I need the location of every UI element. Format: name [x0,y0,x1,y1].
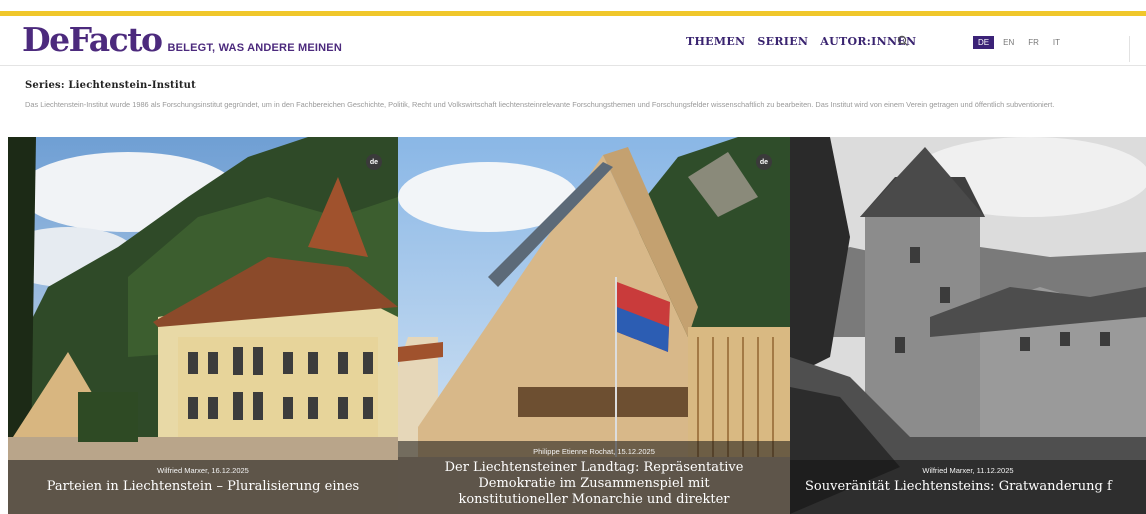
site-header: DeFacto BELEGT, WAS ANDERE MEINEN THEMEN… [0,16,1146,66]
language-switcher: DE EN FR IT [973,36,1065,49]
card-caption: Wilfried Marxer, 11.12.2025 Souveränität… [790,460,1146,514]
header-divider [1129,36,1130,62]
article-card-3[interactable]: Wilfried Marxer, 11.12.2025 Souveränität… [790,137,1146,514]
series-description: Das Liechtenstein-Institut wurde 1986 al… [25,100,1055,109]
site-logo[interactable]: DeFacto BELEGT, WAS ANDERE MEINEN [22,20,342,59]
main-nav: THEMEN SERIEN AUTOR:INNEN [686,35,916,48]
card-title-line-1[interactable]: Der Liechtensteiner Landtag: Repräsentat… [398,460,790,476]
card-author-date: Wilfried Marxer, 11.12.2025 [922,466,1014,475]
search-icon[interactable] [896,34,910,48]
nav-item-serien[interactable]: SERIEN [757,35,808,48]
government-building-image [8,137,398,514]
card-caption: Wilfried Marxer, 16.12.2025 Parteien in … [8,460,398,514]
language-badge: de [366,154,382,170]
logo-wordmark: DeFacto [22,20,163,59]
series-intro: Series: Liechtenstein-Institut Das Liech… [25,80,1135,112]
card-author-date: Wilfried Marxer, 16.12.2025 [157,466,249,475]
card-caption: Philippe Etienne Rochat, 15.12.2025 Der … [398,441,790,514]
article-card-1[interactable]: de Wilfried Marxer, 16.12.2025 Parteien … [8,137,398,514]
card-title-line-3[interactable]: konstitutioneller Monarchie und direkter [398,492,790,508]
castle-image [790,137,1146,514]
series-title: Series: Liechtenstein-Institut [25,80,196,91]
card-author-date: Philippe Etienne Rochat, 15.12.2025 [533,447,655,456]
lang-en[interactable]: EN [998,36,1019,49]
card-title[interactable]: Souveränität Liechtensteins: Gratwanderu… [790,479,1146,495]
lang-fr[interactable]: FR [1023,36,1044,49]
lang-de[interactable]: DE [973,36,995,49]
nav-item-themen[interactable]: THEMEN [686,35,745,48]
language-badge: de [756,154,772,170]
card-title-line-2[interactable]: Demokratie im Zusammenspiel mit [398,476,790,492]
logo-tagline: BELEGT, WAS ANDERE MEINEN [167,42,342,54]
card-title[interactable]: Parteien in Liechtenstein – Pluralisieru… [8,479,398,495]
lang-it[interactable]: IT [1048,36,1065,49]
article-card-2[interactable]: de Philippe Etienne Rochat, 15.12.2025 D… [398,137,790,514]
article-cards: de Wilfried Marxer, 16.12.2025 Parteien … [8,137,1146,514]
